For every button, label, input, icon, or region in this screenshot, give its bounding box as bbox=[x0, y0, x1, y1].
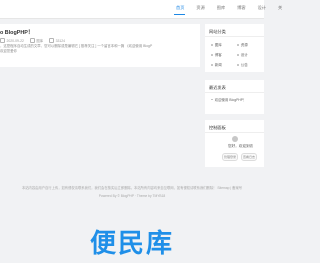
bullet-icon bbox=[211, 98, 213, 101]
bullet-icon bbox=[211, 44, 213, 46]
nav-item-resources[interactable]: 资源 bbox=[196, 5, 204, 11]
calendar-icon bbox=[0, 38, 5, 43]
admin-login-button[interactable]: 管理登录 bbox=[222, 153, 238, 161]
recent-post-link[interactable]: 欢迎使用 BlogPHP！ bbox=[211, 97, 246, 102]
divider bbox=[205, 36, 264, 37]
post-meta: 2020-09-22 图库 33124 bbox=[0, 38, 67, 43]
nav-item-gallery[interactable]: 图库 bbox=[217, 5, 225, 11]
bullet-icon bbox=[211, 54, 213, 56]
divider bbox=[205, 132, 264, 133]
bullet-icon bbox=[237, 64, 239, 66]
post-card: o BlogPHP！ 2020-09-22 图库 33124 ，这是程序自动生成… bbox=[0, 24, 200, 67]
nav-item-about[interactable]: 关 bbox=[278, 5, 282, 11]
control-panel-widget: 控制面板 您好，欢迎到访 管理登录 查看日志 bbox=[205, 120, 264, 167]
top-navbar: 首页 资源 图库 博客 设计 关 bbox=[0, 0, 282, 19]
post-excerpt: ，这是程序自动生成的文章，您可以删除或是编辑它 [ 推荐关注 ] 一个留言本和一… bbox=[0, 44, 195, 54]
greeting-text: 您好，欢迎到访 bbox=[228, 144, 254, 148]
bullet-icon bbox=[211, 64, 213, 66]
folder-icon bbox=[29, 38, 35, 43]
bullet-icon bbox=[237, 54, 239, 56]
bullet-icon bbox=[237, 44, 239, 46]
footer: 本站内容由用户自行上传，如有侵权请联系我们，我们会在核实后立即删除。本站所有内容… bbox=[0, 185, 264, 198]
excerpt-line: 欢迎您爱你 bbox=[0, 49, 17, 53]
post-category[interactable]: 图库 bbox=[36, 38, 43, 43]
nav-item-blog[interactable]: 博客 bbox=[237, 5, 245, 11]
footer-powered-by: Powered By © BlogPHP · Theme by TMYB18 bbox=[98, 194, 166, 198]
widget-title: 控制面板 bbox=[209, 125, 226, 130]
categories-widget: 网站分类 图库 资源 博客 设计 新闻 公告 bbox=[205, 24, 264, 72]
divider bbox=[205, 92, 264, 93]
category-link[interactable]: 资源 bbox=[237, 43, 263, 48]
recent-posts-widget: 最近发表 欢迎使用 BlogPHP！ bbox=[205, 80, 264, 114]
category-link[interactable]: 新闻 bbox=[211, 63, 237, 68]
avatar bbox=[232, 136, 238, 142]
widget-title: 最近发表 bbox=[209, 85, 226, 90]
category-list: 图库 资源 博客 设计 新闻 公告 bbox=[211, 40, 264, 70]
post-date: 2020-09-22 bbox=[6, 38, 24, 43]
category-link[interactable]: 图库 bbox=[211, 43, 237, 48]
active-nav-indicator bbox=[174, 14, 185, 15]
post-views: 33124 bbox=[55, 38, 66, 43]
category-link[interactable]: 设计 bbox=[237, 53, 263, 58]
widget-title: 网站分类 bbox=[209, 29, 226, 34]
post-title[interactable]: o BlogPHP！ bbox=[0, 28, 33, 36]
category-link[interactable]: 公告 bbox=[237, 63, 263, 68]
nav-item-design[interactable]: 设计 bbox=[258, 5, 266, 11]
category-link[interactable]: 博客 bbox=[211, 53, 237, 58]
watermark-logo: 便民库 bbox=[89, 229, 174, 259]
view-log-button[interactable]: 查看日志 bbox=[241, 153, 257, 161]
nav-item-home[interactable]: 首页 bbox=[176, 5, 184, 11]
main-nav: 首页 资源 图库 博客 设计 关 bbox=[174, 5, 294, 15]
footer-copyright: 本站内容由用户自行上传，如有侵权请联系我们，我们会在核实后立即删除。本站所有内容… bbox=[21, 186, 243, 190]
eye-icon bbox=[49, 38, 55, 43]
